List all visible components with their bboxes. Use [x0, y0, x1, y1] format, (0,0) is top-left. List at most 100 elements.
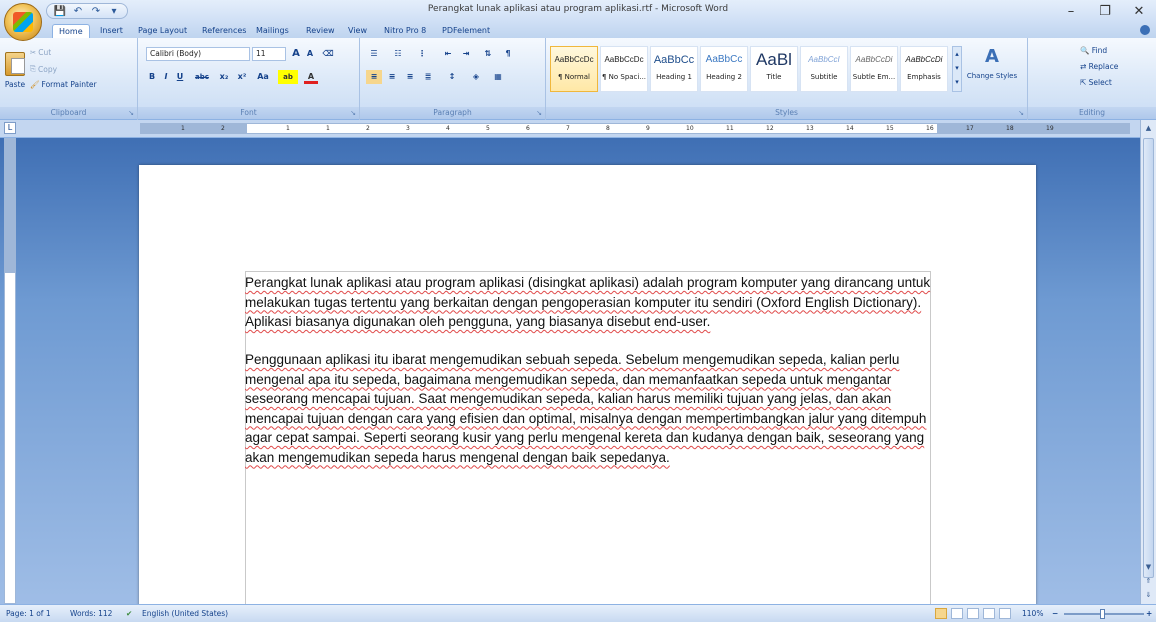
language-indicator[interactable]: English (United States)	[142, 609, 228, 618]
style-preview: AaBbCcDi	[905, 55, 943, 64]
close-button[interactable]: ✕	[1122, 0, 1156, 22]
proofing-icon[interactable]: ✔	[126, 609, 132, 618]
dialog-launcher-icon[interactable]: ↘	[350, 109, 356, 117]
change-styles-icon[interactable]: A	[970, 46, 1014, 68]
ruler-tick: 9	[646, 125, 650, 132]
styles-scroll-icon[interactable]: ▴ ▾ ▾	[952, 46, 962, 92]
ribbon: Paste ✂ Cut ⎘ Copy 🖌 Format Painter Clipboa…	[0, 38, 1156, 120]
dialog-launcher-icon[interactable]: ↘	[1018, 109, 1024, 117]
cut-button[interactable]: ✂ Cut	[30, 48, 51, 57]
paragraph-1[interactable]: Perangkat lunak aplikasi atau program ap…	[245, 273, 935, 332]
dialog-launcher-icon[interactable]: ↘	[536, 109, 542, 117]
copy-button[interactable]: ⎘ Copy	[30, 64, 57, 74]
strikethrough-button[interactable]: abc	[192, 70, 212, 84]
show-marks-icon[interactable]: ¶	[500, 47, 516, 61]
scroll-thumb[interactable]	[1143, 138, 1154, 578]
outline-view-icon[interactable]	[983, 608, 995, 619]
clear-formatting-icon[interactable]: ⌫	[320, 47, 336, 61]
style-subtle-emphasis[interactable]: AaBbCcDi Subtle Em...	[850, 46, 898, 92]
word-count[interactable]: Words: 112	[70, 609, 112, 618]
increase-indent-icon[interactable]: ⇥	[458, 47, 474, 61]
decrease-indent-icon[interactable]: ⇤	[440, 47, 456, 61]
web-layout-view-icon[interactable]	[967, 608, 979, 619]
zoom-in-button[interactable]: +	[1146, 609, 1152, 618]
borders-icon[interactable]: ▦	[490, 70, 506, 84]
style-name: Subtle Em...	[852, 73, 896, 81]
shrink-font-button[interactable]: A	[304, 47, 316, 61]
dialog-launcher-icon[interactable]: ↘	[128, 109, 134, 117]
justify-icon[interactable]: ≣	[420, 70, 436, 84]
align-center-icon[interactable]: ≡	[384, 70, 400, 84]
superscript-button[interactable]: x²	[234, 70, 250, 84]
style-heading-2[interactable]: AaBbCc Heading 2	[700, 46, 748, 92]
select-button[interactable]: ⇱ Select	[1080, 76, 1140, 90]
align-right-icon[interactable]: ≡	[402, 70, 418, 84]
tab-view[interactable]: View	[342, 24, 373, 38]
style-heading-1[interactable]: AaBbCc Heading 1	[650, 46, 698, 92]
paragraph-2[interactable]: Penggunaan aplikasi itu ibarat mengemudi…	[245, 350, 935, 467]
clipboard-group: Paste ✂ Cut ⎘ Copy 🖌 Format Painter Clipboa…	[0, 38, 138, 120]
shading-icon[interactable]: ◈	[468, 70, 484, 84]
full-screen-view-icon[interactable]	[951, 608, 963, 619]
vertical-scrollbar[interactable]: ▲ ▼ ⇑ ⇓	[1140, 120, 1156, 604]
bullets-icon[interactable]: ☰	[366, 47, 382, 61]
find-button[interactable]: 🔍 Find	[1080, 44, 1140, 58]
highlight-color-button[interactable]: ab	[278, 70, 298, 84]
font-color-button[interactable]: A	[304, 70, 318, 84]
style-name: Emphasis	[907, 73, 941, 81]
style-title[interactable]: AaBl Title	[750, 46, 798, 92]
help-icon[interactable]	[1140, 25, 1150, 35]
scroll-down-icon[interactable]: ▼	[1142, 561, 1155, 574]
page-count[interactable]: Page: 1 of 1	[6, 609, 51, 618]
next-page-icon[interactable]: ⇓	[1142, 589, 1155, 602]
sort-icon[interactable]: ⇅	[480, 47, 496, 61]
paste-button[interactable]: Paste	[3, 52, 27, 102]
replace-button[interactable]: ⇄ Replace	[1080, 60, 1150, 74]
tab-selector-icon[interactable]: L	[4, 122, 16, 134]
zoom-level[interactable]: 110%	[1022, 609, 1043, 618]
style-subtitle[interactable]: AaBbCcI Subtitle	[800, 46, 848, 92]
underline-button[interactable]: U	[174, 70, 186, 84]
grow-font-button[interactable]: A	[290, 47, 302, 61]
zoom-slider-handle[interactable]	[1100, 609, 1105, 619]
vertical-ruler[interactable]	[4, 138, 16, 604]
scroll-up-icon[interactable]: ▲	[1142, 122, 1155, 135]
ruler-tick: 4	[446, 125, 450, 132]
change-case-button[interactable]: Aa	[254, 70, 272, 84]
style-no-spacing[interactable]: AaBbCcDc ¶ No Spaci...	[600, 46, 648, 92]
format-painter-button[interactable]: 🖌 Format Painter	[30, 80, 97, 89]
ruler-tick: 1	[326, 125, 330, 132]
tab-pdfelement[interactable]: PDFelement	[436, 24, 496, 38]
tab-nitro-pro[interactable]: Nitro Pro 8	[378, 24, 432, 38]
select-label: Select	[1088, 78, 1112, 87]
zoom-out-button[interactable]: −	[1052, 609, 1058, 618]
subscript-button[interactable]: x₂	[216, 70, 232, 84]
align-left-icon[interactable]: ≡	[366, 70, 382, 84]
bold-button[interactable]: B	[146, 70, 158, 84]
tab-mailings[interactable]: Mailings	[250, 24, 295, 38]
style-emphasis[interactable]: AaBbCcDi Emphasis	[900, 46, 948, 92]
minimize-button[interactable]: –	[1054, 0, 1088, 22]
ruler-tick: 16	[926, 125, 934, 132]
line-spacing-icon[interactable]: ↕	[444, 70, 460, 84]
draft-view-icon[interactable]	[999, 608, 1011, 619]
document-page[interactable]: Perangkat lunak aplikasi atau program ap…	[139, 165, 1036, 622]
horizontal-ruler[interactable]: 1 2 1 1 2 3 4 5 6 7 8 9 10 11 12 13 14 1…	[140, 123, 1130, 134]
numbering-icon[interactable]: ☷	[390, 47, 406, 61]
office-button[interactable]	[4, 3, 42, 41]
italic-button[interactable]: I	[160, 70, 172, 84]
font-name-select[interactable]: Calibri (Body)	[146, 47, 250, 61]
change-styles-button[interactable]: Change Styles	[966, 72, 1018, 92]
tab-home[interactable]: Home	[52, 24, 90, 38]
multilevel-list-icon[interactable]: ⋮	[414, 47, 430, 61]
tab-page-layout[interactable]: Page Layout	[132, 24, 193, 38]
print-layout-view-icon[interactable]	[935, 608, 947, 619]
maximize-button[interactable]: ❐	[1088, 0, 1122, 22]
tab-references[interactable]: References	[196, 24, 252, 38]
style-normal[interactable]: AaBbCcDc ¶ Normal	[550, 46, 598, 92]
style-preview: AaBbCcDi	[855, 55, 893, 64]
tab-review[interactable]: Review	[300, 24, 341, 38]
tab-insert[interactable]: Insert	[94, 24, 129, 38]
previous-page-icon[interactable]: ⇑	[1142, 575, 1155, 588]
font-size-select[interactable]: 11	[252, 47, 286, 61]
